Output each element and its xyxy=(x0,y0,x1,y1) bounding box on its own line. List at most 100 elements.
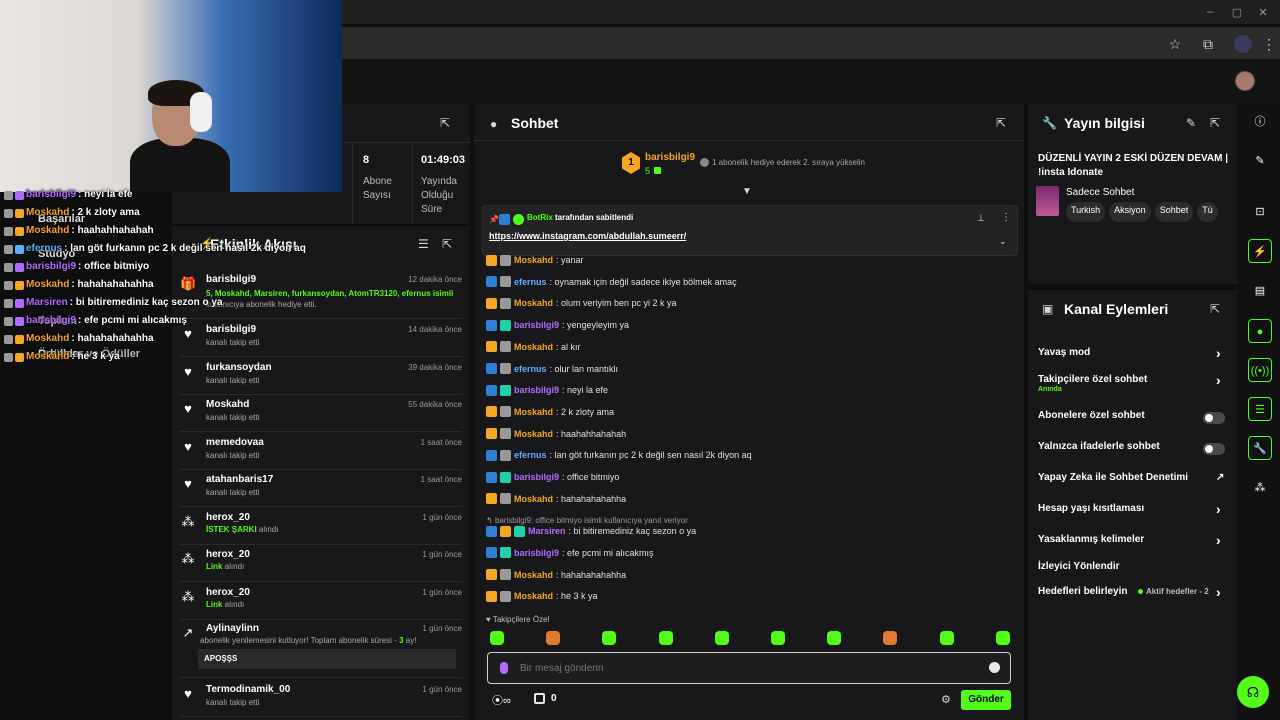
event-user[interactable]: memedovaa xyxy=(206,437,264,448)
tag[interactable]: Aksiyon xyxy=(1109,202,1151,222)
bookmark-star-icon[interactable]: ☆ xyxy=(1166,35,1184,53)
emote-icon[interactable] xyxy=(939,631,954,645)
emote-icon[interactable] xyxy=(995,631,1010,645)
tag[interactable]: Turkish xyxy=(1066,202,1106,222)
user-avatar[interactable] xyxy=(1235,71,1255,91)
edit-pencil-icon[interactable]: ✎ xyxy=(1248,149,1272,173)
chevron-right-icon[interactable]: › xyxy=(1216,584,1221,600)
close-icon[interactable]: ✕ xyxy=(1256,6,1270,19)
chat-bubble-icon[interactable]: ● xyxy=(1248,319,1272,343)
top-gifter-name[interactable]: barisbilgi9 xyxy=(645,152,695,163)
emote-icon[interactable] xyxy=(771,631,785,645)
group-icon[interactable]: ⁂ xyxy=(1248,476,1272,500)
action-row[interactable]: İzleyici Yönlendir xyxy=(1038,561,1228,579)
chevron-right-icon[interactable]: › xyxy=(1216,345,1221,361)
popout-icon[interactable]: ⇱ xyxy=(440,116,450,130)
chevron-right-icon[interactable]: › xyxy=(1216,501,1221,517)
chevron-down-icon[interactable]: ⌄ xyxy=(999,236,1007,247)
event-user[interactable]: herox_20 xyxy=(206,587,250,598)
chat-username[interactable]: efernus xyxy=(514,360,547,378)
wrench-icon[interactable]: 🔧 xyxy=(1248,436,1272,460)
action-row[interactable]: Yavaş mod › xyxy=(1038,345,1228,365)
overlay-username: Moskahd xyxy=(26,207,70,218)
popout-icon[interactable]: ⇱ xyxy=(1210,116,1220,130)
minimize-icon[interactable]: – xyxy=(1203,6,1217,18)
chevron-right-icon[interactable]: › xyxy=(1216,372,1221,388)
chat-message-input[interactable] xyxy=(520,660,960,676)
chat-username[interactable]: barisbilgi9 xyxy=(514,381,559,399)
chevron-right-icon[interactable]: › xyxy=(1216,532,1221,548)
category-name[interactable]: Sadece Sohbet xyxy=(1066,187,1134,198)
chat-username[interactable]: barisbilgi9 xyxy=(514,316,559,334)
help-headset-icon[interactable]: ☊ xyxy=(1237,676,1269,708)
chat-username[interactable]: barisbilgi9 xyxy=(514,468,559,486)
broadcast-icon[interactable]: ((•)) xyxy=(1248,358,1272,382)
popout-icon[interactable]: ⇱ xyxy=(1210,302,1220,316)
action-row[interactable]: Abonelere özel sohbet xyxy=(1038,410,1228,428)
send-button[interactable]: Gönder xyxy=(961,690,1011,710)
action-row[interactable]: Yalnızca ifadelerle sohbet xyxy=(1038,441,1228,459)
chat-username[interactable]: efernus xyxy=(514,446,547,464)
moderator-badge xyxy=(486,471,497,483)
chat-username[interactable]: Moskahd xyxy=(514,403,553,421)
chat-username[interactable]: Moskahd xyxy=(514,566,553,584)
extensions-icon[interactable]: ⧉ xyxy=(1199,35,1217,53)
event-user[interactable]: Aylinaylinn xyxy=(206,623,259,634)
toggle-switch[interactable] xyxy=(1203,412,1225,424)
action-row[interactable]: Yapay Zeka ile Sohbet Denetimi ↗ xyxy=(1038,472,1228,490)
emote-icon[interactable] xyxy=(546,631,561,645)
channel-points-icon[interactable]: ⦿∞ xyxy=(492,692,511,708)
chat-username[interactable]: Moskahd xyxy=(514,251,553,269)
chat-username[interactable]: Moskahd xyxy=(514,490,553,508)
chat-username[interactable]: barisbilgi9 xyxy=(514,544,559,562)
external-link-icon[interactable]: ↗ xyxy=(1216,472,1224,483)
event-user[interactable]: Moskahd xyxy=(206,399,249,410)
action-row[interactable]: Hesap yaşı kısıtlaması › xyxy=(1038,501,1228,521)
chat-input[interactable] xyxy=(487,652,1011,684)
tag[interactable]: Sohbet xyxy=(1154,202,1194,222)
event-user[interactable]: Termodinamik_00 xyxy=(206,684,290,695)
emote-icon[interactable] xyxy=(658,631,673,645)
edit-pencil-icon[interactable]: ✎ xyxy=(1186,116,1196,130)
address-bar[interactable] xyxy=(340,27,1280,59)
tag[interactable]: Tü xyxy=(1197,202,1218,222)
maximize-icon[interactable]: ▢ xyxy=(1230,6,1244,19)
filter-icon[interactable]: ☰ xyxy=(418,237,429,251)
chat-username[interactable]: Moskahd xyxy=(514,587,553,605)
expand-icon[interactable]: ▼ xyxy=(742,186,752,197)
chat-username[interactable]: Moskahd xyxy=(514,425,553,443)
event-user[interactable]: herox_20 xyxy=(206,512,250,523)
toggle-switch[interactable] xyxy=(1203,443,1225,455)
event-user[interactable]: atahanbaris17 xyxy=(206,474,273,485)
action-row[interactable]: Yasaklanmış kelimeler › xyxy=(1038,532,1228,552)
menu-dots-icon[interactable]: ⋮ xyxy=(1260,35,1278,53)
action-row[interactable]: Takipçilere özel sohbet Anında › xyxy=(1038,372,1228,393)
mic-icon[interactable] xyxy=(500,662,508,674)
pinned-link[interactable]: https://www.instagram.com/abdullah.sumee… xyxy=(489,231,686,241)
emote-icon[interactable] xyxy=(490,631,504,645)
emote-icon[interactable] xyxy=(827,631,842,645)
emote-icon[interactable] xyxy=(602,631,617,645)
gift-box-icon[interactable] xyxy=(534,693,545,704)
document-icon[interactable]: ▤ xyxy=(1248,279,1272,303)
chat-username[interactable]: efernus xyxy=(514,273,547,291)
unpin-icon[interactable]: ⊥ xyxy=(977,213,985,224)
profile-icon[interactable] xyxy=(1234,35,1252,53)
settings-gear-icon[interactable]: ⚙ xyxy=(941,693,951,706)
server-icon[interactable]: ☰ xyxy=(1248,397,1272,421)
chat-username[interactable]: Moskahd xyxy=(514,338,553,356)
info-icon[interactable]: ⓘ xyxy=(1248,110,1272,134)
more-options-icon[interactable]: ⋮ xyxy=(1001,212,1011,223)
crop-icon[interactable]: ⊡ xyxy=(1248,200,1272,224)
emote-icon[interactable] xyxy=(883,631,898,645)
event-user[interactable]: herox_20 xyxy=(206,549,250,560)
emote-icon[interactable] xyxy=(714,631,729,645)
chat-username[interactable]: Moskahd xyxy=(514,294,553,312)
bolt-icon[interactable]: ⚡ xyxy=(1248,239,1272,263)
popout-icon[interactable]: ⇱ xyxy=(442,237,452,251)
category-thumbnail[interactable] xyxy=(1036,186,1059,216)
overlay-text: : he 3 k ya xyxy=(71,351,120,362)
action-row[interactable]: Hedefleri belirleyin Aktif hedefler - 2 › xyxy=(1038,584,1228,604)
popout-icon[interactable]: ⇱ xyxy=(996,116,1006,130)
emoji-icon[interactable] xyxy=(989,662,1000,673)
